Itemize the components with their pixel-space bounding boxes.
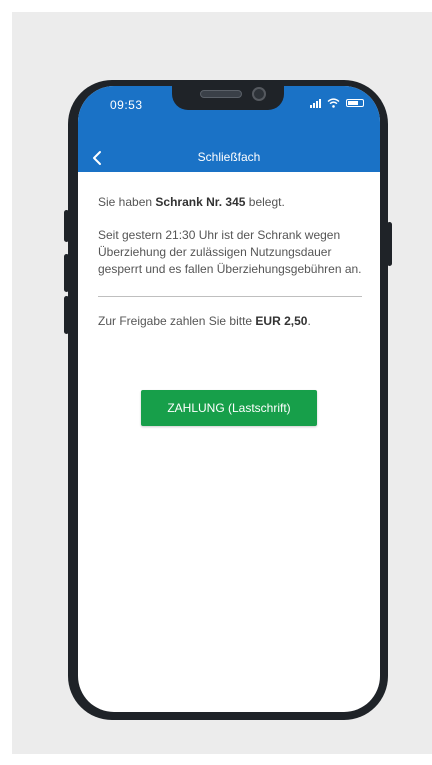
locker-number: Schrank Nr. 345 bbox=[155, 195, 246, 209]
status-icons bbox=[310, 97, 364, 109]
page-title: Schließfach bbox=[197, 150, 261, 164]
locker-info: Sie haben Schrank Nr. 345 belegt. Seit g… bbox=[98, 194, 362, 330]
payment-prompt-suffix: . bbox=[307, 314, 311, 328]
battery-icon bbox=[346, 99, 364, 107]
divider bbox=[98, 296, 362, 297]
signal-bars-icon bbox=[310, 98, 321, 108]
locker-assignment-suffix: belegt. bbox=[245, 195, 285, 209]
phone-screen: 09:53 Schließfach Sie haben Schrank Nr. … bbox=[78, 86, 380, 712]
payment-prompt: Zur Freigabe zahlen Sie bitte EUR 2,50. bbox=[98, 313, 362, 330]
app-header: 09:53 Schließfach bbox=[78, 86, 380, 172]
lock-reason-text: Seit gestern 21:30 Uhr ist der Schrank w… bbox=[98, 228, 362, 276]
front-camera bbox=[252, 87, 266, 101]
phone-notch bbox=[172, 86, 284, 110]
locker-assignment-text: Sie haben Schrank Nr. 345 belegt. bbox=[98, 194, 362, 211]
payment-button[interactable]: ZAHLUNG (Lastschrift) bbox=[141, 390, 317, 426]
battery-level-fill bbox=[348, 101, 358, 105]
locker-assignment-prefix: Sie haben bbox=[98, 195, 156, 209]
wifi-icon bbox=[327, 98, 340, 108]
payment-amount: EUR 2,50 bbox=[255, 314, 308, 328]
speaker-grille bbox=[200, 90, 242, 98]
status-time: 09:53 bbox=[110, 98, 143, 112]
payment-prompt-prefix: Zur Freigabe zahlen Sie bitte bbox=[98, 314, 256, 328]
